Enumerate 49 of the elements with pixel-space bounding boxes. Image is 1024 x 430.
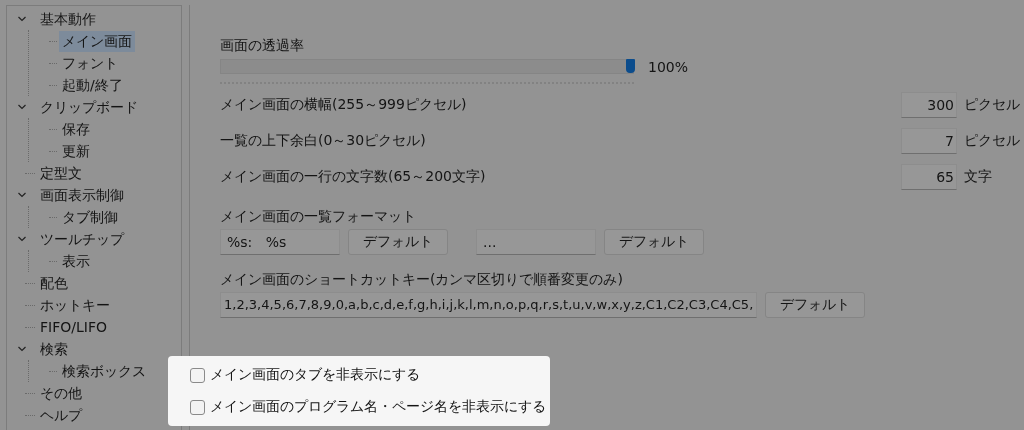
slider-value: 100% bbox=[648, 59, 689, 75]
tree-item[interactable]: 基本動作 bbox=[37, 8, 99, 30]
tree-item[interactable]: 画面表示制御 bbox=[37, 184, 127, 206]
setting-label: 一覧の上下余白(0～30ピクセル) bbox=[220, 132, 427, 150]
checkbox-label: メイン画面のプログラム名・ページ名を非表示にする bbox=[210, 398, 546, 416]
unit-label: ピクセル bbox=[964, 96, 1020, 114]
default-button[interactable]: デフォルト bbox=[604, 229, 704, 255]
format-field[interactable]: %s: %s bbox=[220, 229, 340, 255]
checkbox[interactable] bbox=[190, 399, 205, 415]
tree-item[interactable]: FIFO/LIFO bbox=[37, 316, 110, 338]
slider-thumb[interactable] bbox=[626, 59, 635, 73]
tree-item[interactable]: ヘルプ bbox=[37, 404, 85, 426]
number-field[interactable]: 300 bbox=[901, 92, 957, 118]
tree-item[interactable]: ホットキー bbox=[37, 294, 113, 316]
number-field[interactable]: 65 bbox=[901, 164, 957, 190]
chevron-icon[interactable] bbox=[17, 190, 27, 200]
tree-item[interactable]: 定型文 bbox=[37, 162, 85, 184]
tree-item[interactable]: ツールチップ bbox=[37, 228, 127, 250]
tree-item[interactable]: 検索ボックス bbox=[59, 360, 149, 382]
setting-label: 画面の透過率 bbox=[220, 36, 305, 55]
tree-item[interactable]: 表示 bbox=[59, 250, 93, 272]
tree-item[interactable]: その他 bbox=[37, 382, 85, 404]
tree-item[interactable]: 保存 bbox=[59, 118, 93, 140]
number-field[interactable]: 7 bbox=[901, 128, 957, 154]
format-field[interactable]: ... bbox=[476, 229, 596, 255]
tree-item[interactable]: クリップボード bbox=[37, 96, 141, 118]
unit-label: 文字 bbox=[964, 168, 993, 186]
tree-item[interactable]: 起動/終了 bbox=[59, 74, 126, 96]
setting-label: メイン画面の一覧フォーマット bbox=[220, 207, 417, 226]
tree-item[interactable]: メイン画面 bbox=[59, 30, 135, 52]
tree-item[interactable]: 更新 bbox=[59, 140, 93, 162]
chevron-icon[interactable] bbox=[17, 102, 27, 112]
setting-label: メイン画面の一行の文字数(65～200文字) bbox=[220, 168, 487, 186]
chevron-icon[interactable] bbox=[17, 344, 27, 354]
tree-item[interactable]: 検索 bbox=[37, 338, 71, 360]
tree-item[interactable]: 配色 bbox=[37, 272, 71, 294]
default-button[interactable]: デフォルト bbox=[348, 229, 448, 255]
tree-item[interactable]: タブ制御 bbox=[59, 206, 121, 228]
slider-track[interactable] bbox=[220, 59, 634, 74]
unit-label: ピクセル bbox=[964, 132, 1020, 150]
setting-label: メイン画面のショートカットキー(カンマ区切りで順番変更のみ) bbox=[220, 270, 624, 289]
default-button[interactable]: デフォルト bbox=[765, 292, 866, 318]
checkbox[interactable] bbox=[190, 367, 205, 383]
setting-label: メイン画面の横幅(255～999ピクセル) bbox=[220, 96, 468, 114]
tree-item[interactable]: フォント bbox=[59, 52, 121, 74]
chevron-icon[interactable] bbox=[17, 14, 27, 24]
chevron-icon[interactable] bbox=[17, 234, 27, 244]
checkbox-label: メイン画面のタブを非表示にする bbox=[210, 366, 420, 384]
shortcut-field[interactable]: 1,2,3,4,5,6,7,8,9,0,a,b,c,d,e,f,g,h,i,j,k,l,m,n,o,p,q,r,s,t,u,v,w,x,y,z,C1,C2,C3,C4,C5, bbox=[220, 292, 758, 318]
